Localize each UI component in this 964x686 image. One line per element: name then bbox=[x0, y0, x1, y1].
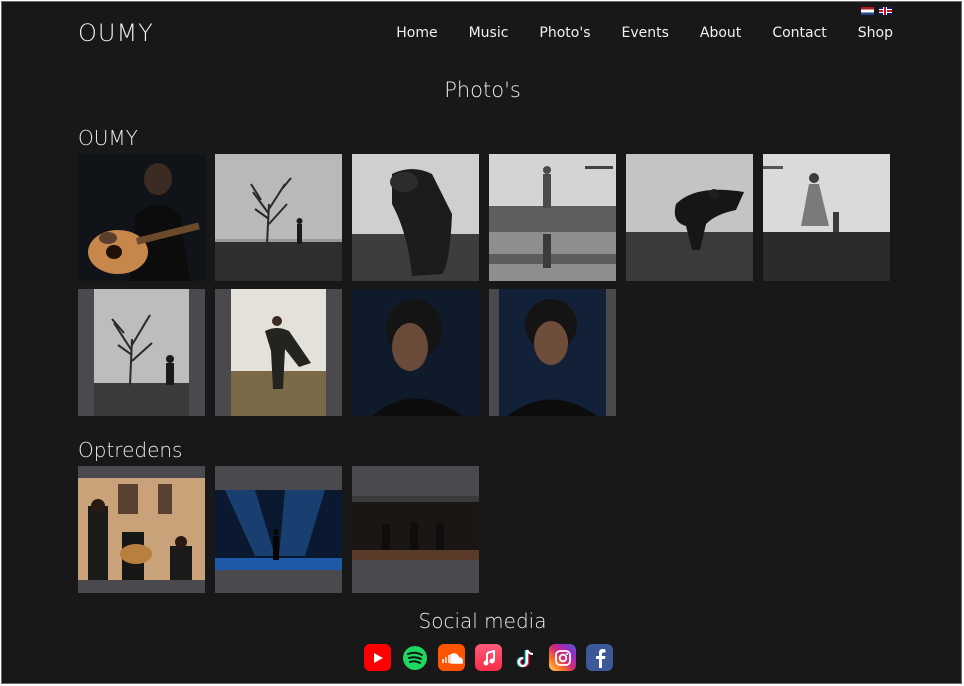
facebook-icon[interactable] bbox=[586, 644, 613, 671]
photo-blurred-figure-cloak[interactable] bbox=[352, 154, 479, 281]
page-frame: OUMY Home Music Photo's Events About Con… bbox=[1, 1, 962, 684]
nav-events[interactable]: Events bbox=[622, 25, 669, 41]
main-nav: Home Music Photo's Events About Contact … bbox=[365, 25, 893, 41]
photo-figure-reflection-water[interactable] bbox=[489, 154, 616, 281]
youtube-icon[interactable] bbox=[364, 644, 391, 671]
section-heading-optredens: Optredens bbox=[78, 438, 183, 462]
social-heading: Social media bbox=[418, 609, 547, 633]
nav-photos[interactable]: Photo's bbox=[539, 25, 590, 41]
flag-uk-icon[interactable] bbox=[879, 7, 892, 15]
nav-music[interactable]: Music bbox=[469, 25, 509, 41]
section-heading-oumy: OUMY bbox=[78, 126, 138, 150]
photo-tree-figure-portrait[interactable] bbox=[78, 289, 205, 416]
spotify-icon[interactable] bbox=[401, 644, 428, 671]
page-title: Photo's bbox=[444, 78, 521, 102]
photo-guitarist-dark-portrait[interactable] bbox=[78, 154, 205, 281]
photo-portrait-blue-left[interactable] bbox=[352, 289, 479, 416]
flag-netherlands-icon[interactable] bbox=[861, 7, 874, 15]
instagram-icon[interactable] bbox=[549, 644, 576, 671]
language-switcher bbox=[861, 7, 892, 15]
soundcloud-icon[interactable] bbox=[438, 644, 465, 671]
social-links bbox=[364, 644, 613, 671]
nav-contact[interactable]: Contact bbox=[772, 25, 826, 41]
nav-home[interactable]: Home bbox=[396, 25, 437, 41]
photo-live-church-trio[interactable] bbox=[78, 466, 205, 593]
photo-bare-tree-figure[interactable] bbox=[215, 154, 342, 281]
site-logo[interactable]: OUMY bbox=[78, 19, 154, 47]
tiktok-icon[interactable] bbox=[512, 644, 539, 671]
photo-woman-field-cloak[interactable] bbox=[215, 289, 342, 416]
photo-figure-field-dress[interactable] bbox=[763, 154, 890, 281]
photo-live-stage-band[interactable] bbox=[352, 466, 479, 593]
photo-figure-wind-cloak[interactable] bbox=[626, 154, 753, 281]
apple-music-icon[interactable] bbox=[475, 644, 502, 671]
nav-about[interactable]: About bbox=[700, 25, 741, 41]
nav-shop[interactable]: Shop bbox=[858, 25, 893, 41]
photo-portrait-blue-right[interactable] bbox=[489, 289, 616, 416]
photo-live-stage-blue[interactable] bbox=[215, 466, 342, 593]
